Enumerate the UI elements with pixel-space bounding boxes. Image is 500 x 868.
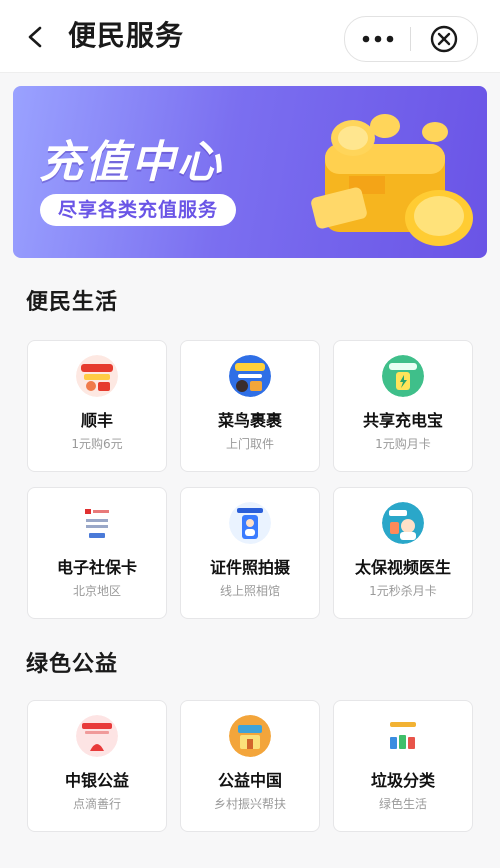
more-icon xyxy=(362,35,393,43)
back-arrow-icon xyxy=(28,26,42,48)
close-button[interactable] xyxy=(411,17,477,61)
page-title: 便民服务 xyxy=(68,19,185,52)
power-bank-icon xyxy=(382,355,424,397)
video-doctor-icon xyxy=(382,502,424,544)
wallet-coins-icon xyxy=(311,114,473,246)
top-bar: 便民服务 xyxy=(0,0,500,73)
service-card-sf-express[interactable]: 顺丰 1元购6元 xyxy=(27,340,167,472)
service-card-video-doctor[interactable]: 太保视频医生 1元秒杀月卡 xyxy=(333,487,473,619)
cainiao-icon xyxy=(229,355,271,397)
service-card-garbage-sorting[interactable]: 垃圾分类 绿色生活 xyxy=(333,700,473,832)
service-name: 垃圾分类 xyxy=(370,771,435,790)
garbage-sorting-icon xyxy=(382,715,424,757)
service-card-id-photo[interactable]: 证件照拍摄 线上照相馆 xyxy=(180,487,320,619)
service-description: 绿色生活 xyxy=(378,797,427,811)
service-name: 顺丰 xyxy=(80,411,113,430)
service-card-boc-charity[interactable]: 中银公益 点滴善行 xyxy=(27,700,167,832)
charity-china-icon xyxy=(229,715,271,757)
banner-title: 充值中心 xyxy=(39,137,223,188)
id-photo-icon xyxy=(229,502,271,544)
section-title-convenience-life: 便民生活 xyxy=(26,290,119,315)
service-name: 公益中国 xyxy=(217,771,282,790)
service-card-power-bank[interactable]: 共享充电宝 1元购月卡 xyxy=(333,340,473,472)
close-icon xyxy=(430,25,458,53)
service-description: 1元秒杀月卡 xyxy=(369,584,437,598)
section-title-green-charity: 绿色公益 xyxy=(26,652,119,677)
service-description: 乡村振兴帮扶 xyxy=(213,797,286,811)
back-button[interactable] xyxy=(22,22,52,52)
service-name: 电子社保卡 xyxy=(56,558,137,577)
recharge-center-banner[interactable]: 充值中心 尽享各类充值服务 xyxy=(13,86,487,258)
banner-subtitle: 尽享各类充值服务 xyxy=(40,194,237,226)
service-card-charity-china[interactable]: 公益中国 乡村振兴帮扶 xyxy=(180,700,320,832)
service-description: 点滴善行 xyxy=(72,797,121,811)
service-description: 1元购月卡 xyxy=(375,437,431,451)
sf-express-icon xyxy=(76,355,118,397)
service-description: 上门取件 xyxy=(225,437,274,451)
social-security-card-icon xyxy=(76,502,118,544)
boc-charity-icon xyxy=(76,715,118,757)
service-name: 中银公益 xyxy=(64,771,129,790)
service-name: 太保视频医生 xyxy=(354,558,451,577)
service-card-cainiao[interactable]: 菜鸟裹裹 上门取件 xyxy=(180,340,320,472)
service-description: 1元购6元 xyxy=(71,437,123,451)
service-name: 菜鸟裹裹 xyxy=(217,411,282,430)
service-description: 北京地区 xyxy=(72,584,121,598)
more-button[interactable] xyxy=(345,17,410,61)
service-card-social-security[interactable]: 电子社保卡 北京地区 xyxy=(27,487,167,619)
service-name: 证件照拍摄 xyxy=(209,558,290,577)
mini-program-capsule xyxy=(344,16,478,62)
service-description: 线上照相馆 xyxy=(219,584,280,598)
service-name: 共享充电宝 xyxy=(362,411,443,430)
